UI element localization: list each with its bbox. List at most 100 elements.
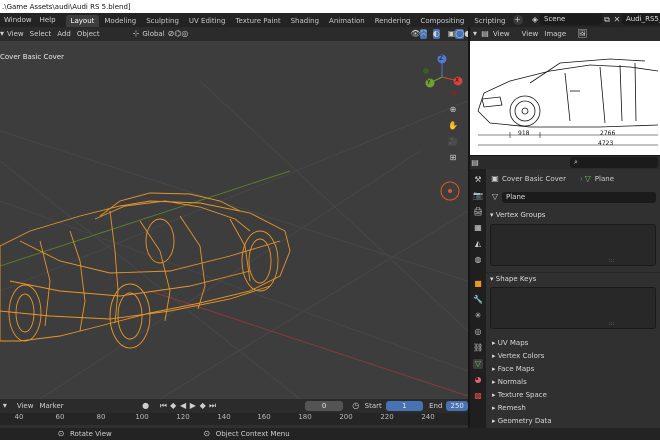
modifier-tab-icon[interactable]: 🔧	[473, 295, 483, 305]
tab-shading[interactable]: Shading	[286, 15, 324, 27]
list-resize-handle[interactable]: :::	[609, 258, 614, 264]
list-resize-handle[interactable]: :::	[609, 321, 614, 327]
overlay-toggle-icon[interactable]: ◐	[432, 29, 440, 39]
scene-icon[interactable]: ◈	[530, 15, 540, 25]
panel-vertex-groups[interactable]: ▾ Vertex Groups	[486, 209, 660, 222]
shape-keys-list[interactable]: :::	[490, 287, 656, 329]
vertex-groups-list[interactable]: :::	[490, 224, 656, 266]
panel-uv-maps[interactable]: ▸ UV Maps	[486, 337, 660, 350]
snap-icon[interactable]: ⌬	[174, 29, 181, 39]
mesh-browse-icon[interactable]: ▽	[490, 192, 500, 202]
current-frame-field[interactable]: 0	[305, 401, 343, 411]
tab-sculpting[interactable]: Sculpting	[141, 15, 184, 27]
xray-icon[interactable]: ▣	[448, 29, 456, 39]
jump-start-icon[interactable]: ⏮	[158, 401, 168, 411]
pivot-icon[interactable]: ⊘	[168, 29, 175, 39]
particles-tab-icon[interactable]: ✳	[473, 311, 483, 321]
image-mode-icon[interactable]: ▤	[480, 29, 490, 39]
viewport-menu-select[interactable]: Select	[27, 28, 55, 40]
panel-vertex-colors[interactable]: ▸ Vertex Colors	[486, 350, 660, 363]
prev-keyframe-icon[interactable]: ◆	[168, 401, 178, 411]
mesh-name-field[interactable]: Plane	[502, 191, 656, 203]
grid-view-icon[interactable]: ⊞	[448, 153, 458, 163]
view-layer-field[interactable]: Audi_RS5_Coupe_2...	[622, 14, 660, 25]
tab-rendering[interactable]: Rendering	[370, 15, 416, 27]
record-icon[interactable]: ●	[141, 401, 151, 411]
add-workspace-icon[interactable]: +	[512, 15, 523, 25]
menu-help[interactable]: Help	[36, 13, 60, 27]
scene-tab-icon[interactable]: ◭	[473, 239, 483, 249]
gizmo-y-label: Y	[427, 79, 431, 86]
pan-hand-icon[interactable]: ✋	[448, 121, 458, 131]
tab-animation[interactable]: Animation	[324, 15, 370, 27]
tool-tab-icon[interactable]: ⚒	[473, 175, 483, 185]
timeline-editor-icon[interactable]: ▾	[0, 401, 10, 411]
properties-editor-icon[interactable]: ▤	[470, 158, 480, 168]
delete-scene-icon[interactable]: ✕	[612, 15, 622, 25]
viewport-menu-view[interactable]: View	[4, 28, 27, 40]
panel-shape-keys[interactable]: ▾ Shape Keys	[486, 272, 660, 285]
play-icon[interactable]: ▶	[188, 401, 198, 411]
panel-normals-label: Normals	[497, 378, 527, 386]
tab-scripting[interactable]: Scripting	[469, 15, 510, 27]
image-browse-icon[interactable]: 🖼	[577, 29, 587, 39]
data-tab-icon[interactable]: ▽	[473, 359, 483, 369]
gizmo-toggle-icon[interactable]: ⤧	[420, 29, 427, 39]
jump-end-icon[interactable]: ⏭	[208, 401, 218, 411]
start-frame-field[interactable]: 1	[385, 401, 424, 411]
panel-geometry-data[interactable]: ▸ Geometry Data	[486, 415, 660, 428]
car-wireframe	[0, 192, 291, 349]
texture-tab-icon[interactable]: ▩	[473, 391, 483, 401]
output-tab-icon[interactable]: 🖨	[473, 207, 483, 217]
menu-window[interactable]: Window	[0, 13, 36, 27]
panel-texture-space[interactable]: ▸ Texture Space	[486, 389, 660, 402]
mesh-datablock-row: ▽ Plane	[486, 189, 660, 205]
clock-icon[interactable]: ◷	[351, 401, 361, 411]
orientation-icon[interactable]: ⊹	[133, 29, 140, 39]
image-editor-menu-view[interactable]: View	[519, 28, 542, 40]
x-axis-line	[149, 290, 468, 397]
material-tab-icon[interactable]: ◕	[473, 375, 483, 385]
context-mesh-name[interactable]: Plane	[595, 175, 614, 183]
next-keyframe-icon[interactable]: ◆	[198, 401, 208, 411]
object-tab-icon[interactable]: ■	[473, 279, 483, 289]
new-scene-icon[interactable]: ⧉	[602, 15, 612, 25]
tab-texture-paint[interactable]: Texture Paint	[230, 15, 285, 27]
status-bar: ⊙ Rotate View ⊙ Object Context Menu	[0, 428, 660, 440]
image-editor-view-dropdown[interactable]: View	[490, 28, 513, 40]
tab-layout[interactable]: Layout	[65, 14, 100, 27]
timeline-menu-marker[interactable]: Marker	[36, 400, 66, 412]
panel-remesh[interactable]: ▸ Remesh	[486, 402, 660, 415]
panel-normals[interactable]: ▸ Normals	[486, 376, 660, 389]
viewport-menu-object[interactable]: Object	[74, 28, 103, 40]
proportional-icon[interactable]: ◎	[181, 29, 188, 39]
image-editor-type-icon[interactable]: ▾	[470, 29, 480, 39]
camera-icon[interactable]: 🎥	[448, 137, 458, 147]
scene-field[interactable]: Scene	[540, 14, 602, 25]
wireframe-shading-icon[interactable]: ◯	[455, 29, 465, 39]
orientation-dropdown[interactable]: Global	[139, 28, 167, 40]
play-reverse-icon[interactable]: ◀	[178, 401, 188, 411]
context-object-name[interactable]: Cover Basic Cover	[502, 175, 566, 183]
tab-compositing[interactable]: Compositing	[415, 15, 469, 27]
properties-search[interactable]: ⌕	[570, 157, 658, 168]
physics-tab-icon[interactable]: ◎	[473, 327, 483, 337]
end-frame-field[interactable]: 250	[446, 401, 469, 411]
tab-uv-editing[interactable]: UV Editing	[184, 15, 231, 27]
tab-modeling[interactable]: Modeling	[99, 15, 141, 27]
panel-face-maps[interactable]: ▸ Face Maps	[486, 363, 660, 376]
timeline-ruler[interactable]: 40 60 80 100 120 140 160 180 200 220 240	[0, 413, 468, 425]
constraints-tab-icon[interactable]: ⛓	[473, 343, 483, 353]
timeline-menu-view[interactable]: View	[14, 400, 37, 412]
zoom-icon[interactable]: ⊕	[448, 105, 458, 115]
world-tab-icon[interactable]: ◍	[473, 255, 483, 265]
tick-label: 40	[14, 413, 24, 421]
viewport-menu-add[interactable]: Add	[54, 28, 74, 40]
visibility-icon[interactable]: 👁	[410, 29, 420, 39]
viewport-3d[interactable]: Cover Basic Cover Z X Y ⊕ ✋ 🎥 ⊞	[0, 41, 468, 399]
view-layer-tab-icon[interactable]: ▦	[473, 223, 483, 233]
navigation-gizmo[interactable]: Z X Y	[418, 53, 466, 101]
blueprint-image[interactable]: 918 2766 4723	[470, 41, 660, 155]
image-editor-menu-image[interactable]: Image	[541, 28, 569, 40]
render-tab-icon[interactable]: 📷	[473, 191, 483, 201]
